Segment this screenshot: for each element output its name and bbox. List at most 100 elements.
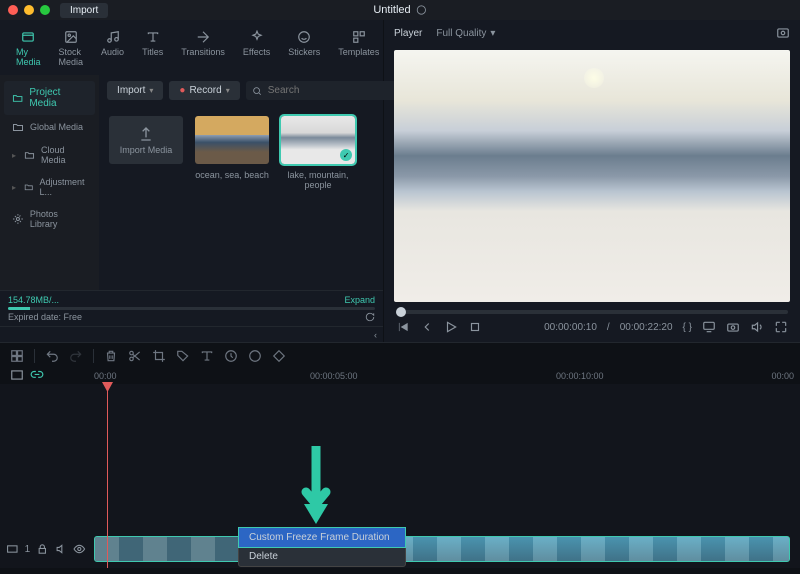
sidebar-item-project-media[interactable]: Project Media (4, 81, 95, 115)
import-media-card[interactable]: Import Media (109, 116, 183, 190)
video-track-icon[interactable] (6, 542, 19, 556)
tab-transitions[interactable]: Transitions (173, 26, 233, 71)
media-thumb-beach[interactable]: ocean, sea, beach (195, 116, 269, 190)
volume-icon[interactable] (750, 320, 764, 334)
track-index: 1 (25, 544, 31, 555)
minimize-window-icon[interactable] (24, 5, 34, 15)
tab-label: Audio (101, 47, 124, 57)
import-button[interactable]: Import (60, 3, 108, 18)
track-settings-icon[interactable] (10, 368, 24, 382)
player-controls: 00:00:00:10 / 00:00:22:20 { } (384, 306, 800, 342)
refresh-icon[interactable] (365, 312, 375, 322)
timeline: 00:00 00:00:05:00 00:00:10:00 00:00 1 Fr… (0, 368, 800, 568)
step-back-icon[interactable] (420, 320, 434, 334)
keyframe-icon[interactable] (272, 349, 286, 363)
quality-dropdown[interactable]: Full Quality ▾ (436, 28, 495, 39)
window-controls (8, 5, 50, 15)
source-tabs: My Media Stock Media Audio Titles Transi… (0, 20, 383, 75)
undo-icon[interactable] (45, 349, 59, 363)
storage-used: 154.78MB/... (8, 295, 59, 305)
tab-audio[interactable]: Audio (93, 26, 132, 71)
media-thumb-lake[interactable]: ✓ lake, mountain, people (281, 116, 355, 190)
chevron-down-icon: ▾ (149, 86, 153, 95)
record-dropdown-button[interactable]: ● Record ▾ (169, 81, 239, 100)
main-clip[interactable]: 1.00 x ▾ (340, 536, 790, 562)
chevron-right-icon: ▸ (12, 151, 16, 160)
color-icon[interactable] (248, 349, 262, 363)
player-viewport[interactable] (394, 50, 790, 302)
text-icon[interactable] (200, 349, 214, 363)
import-dropdown-button[interactable]: Import ▾ (107, 81, 163, 100)
sidebar-item-cloud-media[interactable]: ▸ Cloud Media (4, 139, 95, 171)
thumb-caption: lake, mountain, people (281, 170, 355, 190)
tab-label: My Media (16, 47, 41, 67)
my-media-icon (21, 30, 35, 44)
sidebar-item-global-media[interactable]: Global Media (4, 115, 95, 139)
timeline-ruler[interactable]: 00:00 00:00:05:00 00:00:10:00 00:00 (0, 368, 800, 384)
title-text: Untitled (373, 4, 410, 16)
tab-titles[interactable]: Titles (134, 26, 171, 71)
tag-icon[interactable] (176, 349, 190, 363)
stock-icon (64, 30, 78, 44)
ruler-tick: 00:00:05:00 (310, 371, 358, 381)
tab-label: Stock Media (59, 47, 84, 67)
sidebar-item-photos-library[interactable]: Photos Library (4, 203, 95, 235)
speed-icon[interactable] (224, 349, 238, 363)
maximize-window-icon[interactable] (40, 5, 50, 15)
tab-stock-media[interactable]: Stock Media (51, 26, 92, 71)
storage-panel: 154.78MB/... Expand Expired date: Free (0, 290, 383, 326)
tab-effects[interactable]: Effects (235, 26, 278, 71)
stop-icon[interactable] (468, 320, 482, 334)
fullscreen-icon[interactable] (774, 320, 788, 334)
filmstrip-graphic (341, 537, 789, 561)
tab-label: Templates (338, 47, 379, 57)
prev-frame-icon[interactable] (396, 320, 410, 334)
play-icon[interactable] (444, 320, 458, 334)
search-input[interactable] (246, 81, 408, 100)
link-icon[interactable] (30, 368, 44, 382)
tracks-area[interactable]: 1 Freeze 1.00 x ▾ Custom Freeze Frame Du… (0, 384, 800, 568)
layout-icon[interactable] (10, 349, 24, 363)
split-icon[interactable] (128, 349, 142, 363)
sidebar-item-label: Photos Library (30, 209, 87, 229)
chevron-down-icon: ▾ (226, 86, 230, 95)
progress-bar[interactable] (396, 310, 788, 314)
markers-icon[interactable]: { } (683, 322, 692, 333)
time-current: 00:00:00:10 (544, 322, 597, 333)
timeline-header-controls (10, 368, 44, 382)
menu-item-custom-freeze-duration[interactable]: Custom Freeze Frame Duration (239, 528, 405, 547)
storage-expired: Expired date: Free (8, 312, 82, 322)
menu-item-delete[interactable]: Delete (239, 547, 405, 566)
playhead-handle-icon[interactable] (102, 382, 113, 392)
crop-icon[interactable] (152, 349, 166, 363)
tab-stickers[interactable]: Stickers (280, 26, 328, 71)
monitor-icon[interactable] (702, 320, 716, 334)
context-menu: Custom Freeze Frame Duration Delete (238, 527, 406, 567)
redo-icon[interactable] (69, 349, 83, 363)
tab-my-media[interactable]: My Media (8, 26, 49, 71)
collapse-icon[interactable]: ‹ (374, 330, 377, 340)
titlebar: Import Untitled (0, 0, 800, 20)
mute-icon[interactable] (55, 542, 68, 556)
eye-icon[interactable] (73, 542, 86, 556)
snapshot-icon[interactable] (776, 26, 790, 40)
timeline-toolbar (0, 342, 800, 368)
folder-icon (12, 121, 24, 133)
expand-button[interactable]: Expand (344, 295, 375, 305)
folder-icon (12, 92, 23, 104)
sidebar-item-adjustment[interactable]: ▸ Adjustment L... (4, 171, 95, 203)
storage-bar (8, 307, 375, 310)
quality-label: Full Quality (436, 28, 486, 39)
tab-templates[interactable]: Templates (330, 26, 387, 71)
button-label: Record (189, 85, 221, 96)
info-icon[interactable] (417, 5, 427, 15)
upload-icon (138, 126, 154, 142)
close-window-icon[interactable] (8, 5, 18, 15)
sidebar-item-label: Project Media (29, 87, 87, 109)
ruler-tick: 00:00 (771, 371, 794, 381)
lock-icon[interactable] (36, 542, 49, 556)
camera-icon[interactable] (726, 320, 740, 334)
delete-icon[interactable] (104, 349, 118, 363)
playhead[interactable] (107, 384, 108, 568)
progress-handle[interactable] (396, 307, 406, 317)
